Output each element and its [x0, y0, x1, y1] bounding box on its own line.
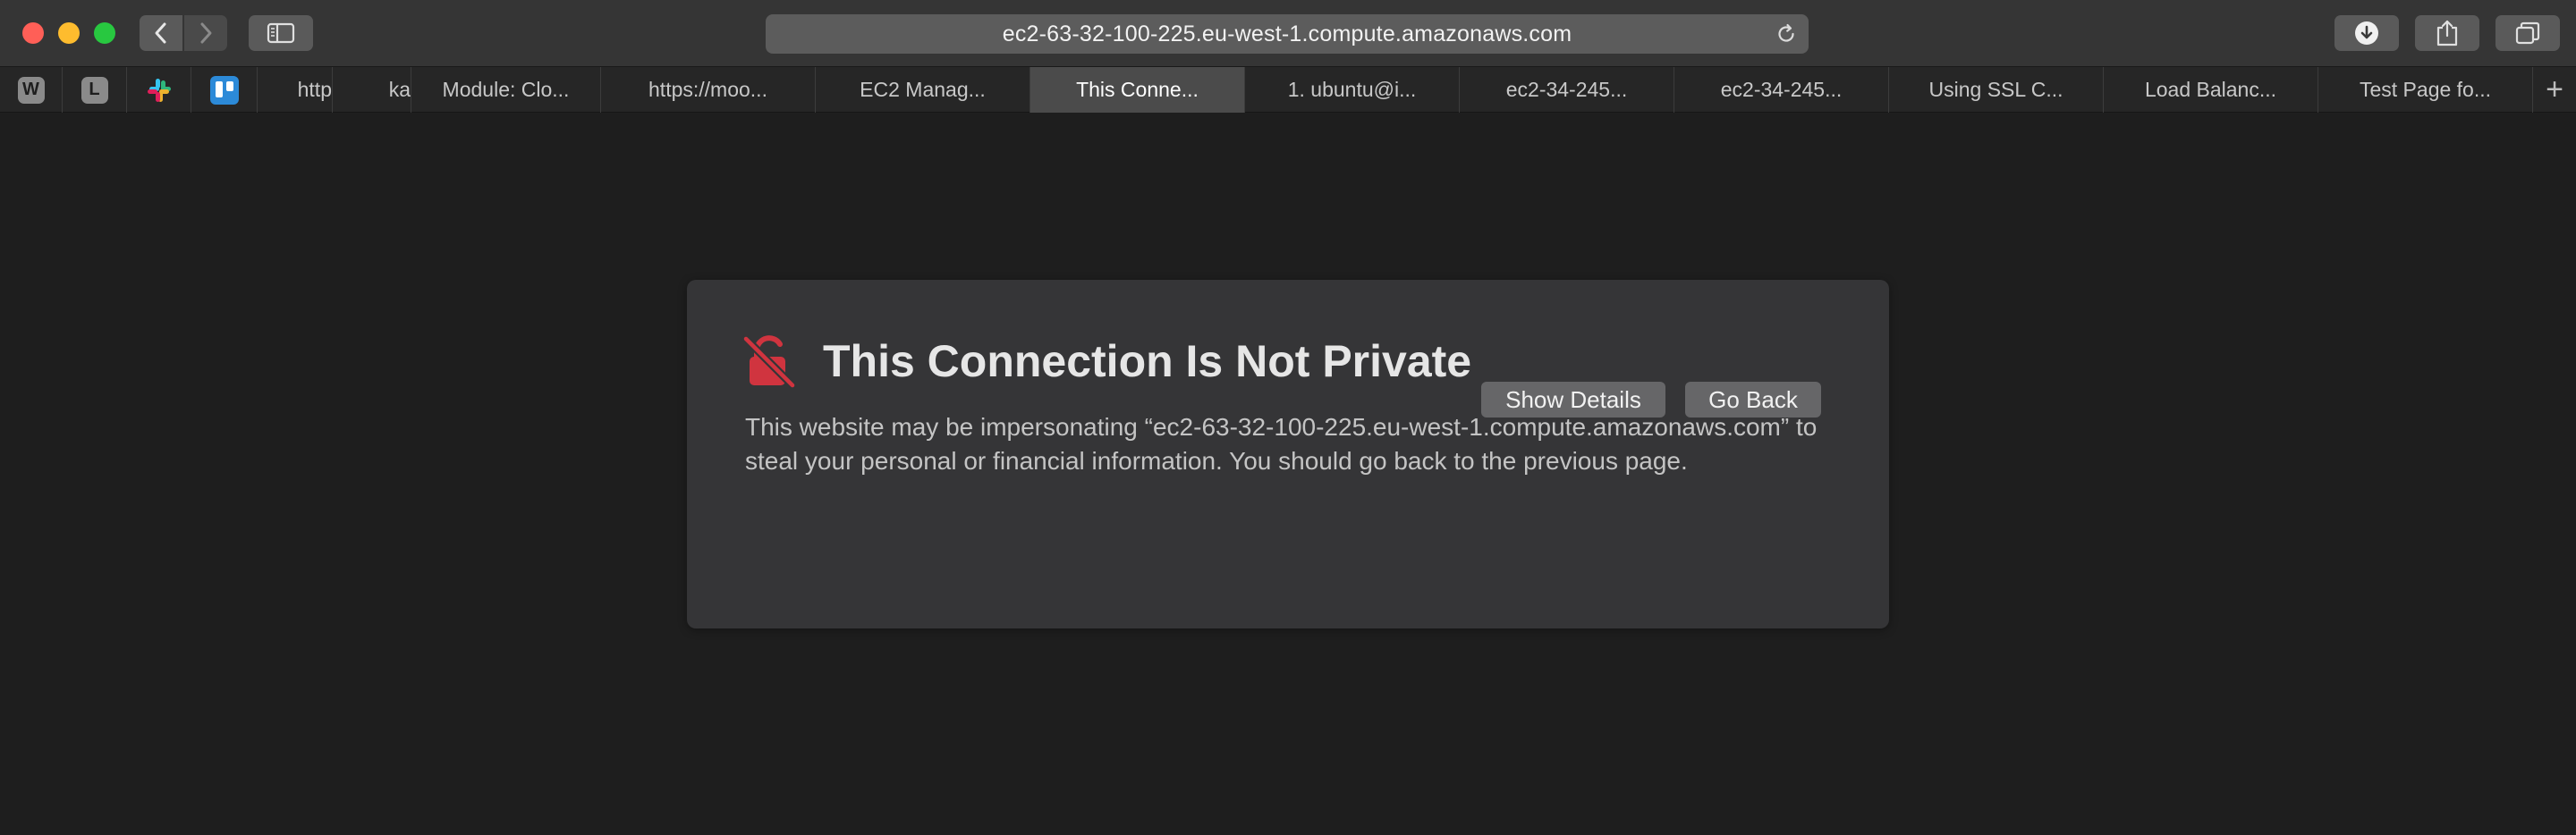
- tab-label: ec2-34-245...: [1505, 78, 1628, 101]
- toolbar: ec2-63-32-100-225.eu-west-1.compute.amaz…: [0, 0, 2576, 66]
- close-window-button[interactable]: [22, 22, 44, 44]
- privacy-warning-dialog: This Connection Is Not Private This webs…: [687, 280, 1889, 628]
- show-details-button[interactable]: Show Details: [1481, 382, 1665, 418]
- tab-label: Using SSL C...: [1928, 78, 2063, 101]
- zoom-window-button[interactable]: [94, 22, 115, 44]
- plus-icon: +: [2546, 72, 2563, 106]
- downloads-button[interactable]: [2334, 15, 2399, 51]
- tab-using-ssl[interactable]: Using SSL C...: [1889, 67, 2104, 113]
- new-tab-button[interactable]: +: [2533, 67, 2576, 113]
- tab-bar: W L http ka Module: Clo... https://moo..…: [0, 66, 2576, 113]
- minimize-window-button[interactable]: [58, 22, 80, 44]
- tab-label: Load Balanc...: [2144, 78, 2277, 101]
- go-back-button[interactable]: Go Back: [1685, 382, 1821, 418]
- tab-ec2-management[interactable]: EC2 Manag...: [816, 67, 1030, 113]
- tab-ec2-34-245-a[interactable]: ec2-34-245...: [1460, 67, 1674, 113]
- tab-test-page[interactable]: Test Page fo...: [2318, 67, 2533, 113]
- chevron-left-icon: [155, 22, 166, 44]
- address-bar[interactable]: ec2-63-32-100-225.eu-west-1.compute.amaz…: [766, 14, 1809, 54]
- tab-label: EC2 Manag...: [860, 78, 986, 101]
- share-icon: [2436, 20, 2458, 46]
- chevron-right-icon: [200, 22, 212, 44]
- tab-label: 1. ubuntu@i...: [1287, 78, 1417, 101]
- back-button[interactable]: [140, 15, 182, 51]
- pinned-tab-trello[interactable]: [191, 67, 258, 113]
- sidebar-icon: [267, 22, 295, 44]
- forward-button[interactable]: [184, 15, 227, 51]
- pinned-tab-l[interactable]: L: [63, 67, 127, 113]
- dialog-title: This Connection Is Not Private: [823, 336, 1472, 386]
- tab-label: ka: [388, 78, 411, 101]
- slack-favicon: [147, 78, 171, 102]
- pinned-tab-w[interactable]: W: [0, 67, 63, 113]
- download-icon: [2355, 21, 2378, 45]
- reload-icon[interactable]: [1775, 22, 1798, 46]
- address-text[interactable]: ec2-63-32-100-225.eu-west-1.compute.amaz…: [766, 14, 1809, 54]
- wordpress-favicon: W: [17, 76, 45, 104]
- tab-this-connection[interactable]: This Conne...: [1030, 67, 1245, 113]
- browser-window: ec2-63-32-100-225.eu-west-1.compute.amaz…: [0, 0, 2576, 835]
- dialog-message: This website may be impersonating “ec2-6…: [745, 413, 1818, 475]
- letter-favicon: L: [80, 76, 108, 104]
- tab-label: https://moo...: [648, 78, 767, 101]
- tab-overview-button[interactable]: [2496, 15, 2560, 51]
- tab-label: Module: Clo...: [442, 78, 570, 101]
- broken-lock-icon: [741, 335, 797, 389]
- pinned-tab-slack[interactable]: [127, 67, 191, 113]
- tab-overview-icon: [2515, 21, 2540, 45]
- tab-load-balancer[interactable]: Load Balanc...: [2104, 67, 2318, 113]
- tab-label: This Conne...: [1076, 78, 1199, 101]
- sidebar-toggle-button[interactable]: [249, 15, 313, 51]
- trello-favicon: [209, 75, 239, 105]
- tab-module[interactable]: Module: Clo...: [411, 67, 601, 113]
- share-button[interactable]: [2415, 15, 2479, 51]
- tab-ubuntu[interactable]: 1. ubuntu@i...: [1245, 67, 1460, 113]
- tab-http[interactable]: http: [258, 67, 333, 113]
- tab-label: http: [297, 78, 332, 101]
- tab-label: Test Page fo...: [2359, 78, 2492, 101]
- tab-moodle[interactable]: https://moo...: [601, 67, 816, 113]
- tab-label: ec2-34-245...: [1720, 78, 1843, 101]
- tab-ka[interactable]: ka: [333, 67, 411, 113]
- tab-ec2-34-245-b[interactable]: ec2-34-245...: [1674, 67, 1889, 113]
